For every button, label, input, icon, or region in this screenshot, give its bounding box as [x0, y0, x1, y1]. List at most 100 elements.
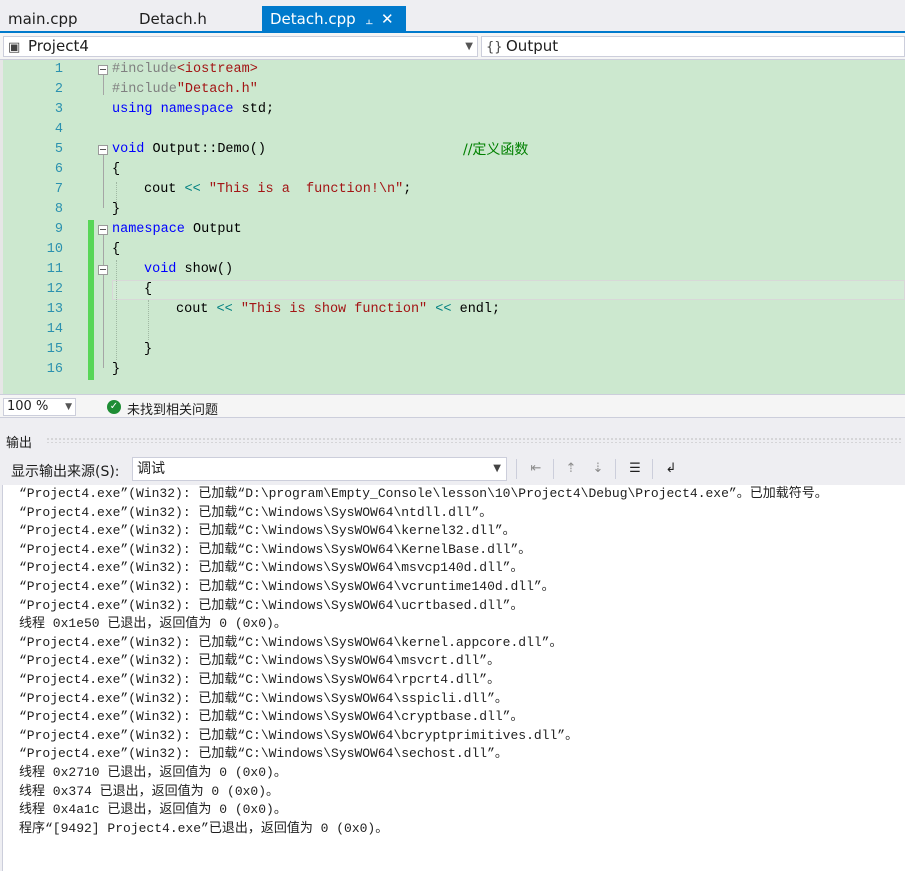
- line-number: 15: [46, 342, 63, 357]
- code-comment: //定义函数: [463, 142, 529, 158]
- output-panel-header: 输出: [0, 427, 905, 453]
- output-line: “Project4.exe”(Win32): 已加载“C:\Windows\Sy…: [19, 709, 524, 725]
- token: "Detach.h": [176, 82, 258, 97]
- chevron-down-icon: ▼: [465, 41, 473, 52]
- tab-main-cpp[interactable]: main.cpp: [0, 6, 86, 33]
- code-text: }: [112, 202, 121, 217]
- token: Output: [193, 222, 242, 237]
- code-line: 4: [0, 120, 905, 140]
- go-to-location-icon[interactable]: ⇤: [526, 460, 546, 478]
- token: "This is show function": [240, 302, 428, 317]
- output-line: “Project4.exe”(Win32): 已加载“C:\Windows\Sy…: [19, 653, 501, 669]
- clear-all-icon[interactable]: ☰: [625, 460, 645, 478]
- token: using: [112, 102, 153, 117]
- code-line: 7 cout << "This is a function!\n";: [0, 180, 905, 200]
- output-text-area[interactable]: “Project4.exe”(Win32): 已加载“D:\program\Em…: [2, 485, 905, 871]
- tab-detach-h[interactable]: Detach.h: [131, 6, 215, 33]
- line-number: 12: [46, 282, 63, 297]
- output-panel-title: 输出: [6, 436, 33, 451]
- output-line: “Project4.exe”(Win32): 已加载“C:\Windows\Sy…: [19, 672, 501, 687]
- code-line: 3 using namespace std;: [0, 100, 905, 120]
- output-line: “Project4.exe”(Win32): 已加载“C:\Windows\Sy…: [19, 541, 532, 557]
- output-line: “Project4.exe”(Win32): 已加载“C:\Windows\Sy…: [19, 690, 508, 706]
- code-line: 14: [0, 320, 905, 340]
- code-text: using namespace std;: [112, 100, 274, 120]
- toolbar-separator: [516, 459, 517, 479]
- line-number: 8: [54, 202, 63, 217]
- output-line: 线程 0x2710 已退出，返回值为 0 (0x0)。: [19, 765, 287, 780]
- output-source-dropdown[interactable]: 调试 ▼: [132, 457, 507, 481]
- line-number: 2: [54, 82, 63, 97]
- code-line: 9 namespace Output: [0, 220, 905, 240]
- code-line: 11 void show(): [0, 260, 905, 280]
- output-line: “Project4.exe”(Win32): 已加载“C:\Windows\Sy…: [19, 727, 579, 743]
- scope-dropdown[interactable]: {} Output: [481, 36, 905, 57]
- line-number: 11: [46, 262, 63, 277]
- tab-label: Detach.h: [139, 10, 207, 28]
- close-icon[interactable]: ✕: [381, 6, 394, 33]
- output-toolbar: 显示输出来源(S): 调试 ▼ ⇤ ⇡ ⇣ ☰ ↲: [0, 453, 905, 485]
- code-text: void show(): [144, 260, 233, 280]
- editor-status-bar: 100 % ▼ ✓ 未找到相关问题: [0, 394, 905, 418]
- line-number: 10: [46, 242, 63, 257]
- line-number: 13: [46, 302, 63, 317]
- fold-toggle[interactable]: [98, 265, 108, 275]
- code-line: 13 cout << "This is show function" << en…: [0, 300, 905, 320]
- line-number: 3: [54, 102, 63, 117]
- code-editor[interactable]: 1 #include<iostream> 2 #include"Detach.h…: [0, 60, 905, 394]
- output-source-value: 调试: [137, 461, 165, 477]
- output-line: “Project4.exe”(Win32): 已加载“C:\Windows\Sy…: [19, 523, 516, 539]
- tab-detach-cpp[interactable]: Detach.cpp ⫠ ✕: [262, 6, 406, 33]
- token: <<: [435, 302, 452, 317]
- code-line: 15 }: [0, 340, 905, 360]
- line-number: 6: [54, 162, 63, 177]
- token: <iostream>: [176, 62, 258, 77]
- chevron-down-icon: ▼: [65, 402, 72, 412]
- token: void: [112, 142, 145, 157]
- code-line: 5 void Output::Demo() //定义函数: [0, 140, 905, 160]
- next-message-icon[interactable]: ⇣: [588, 460, 608, 478]
- code-text: cout << "This is a function!\n";: [144, 180, 411, 200]
- fold-toggle[interactable]: [98, 65, 108, 75]
- token: endl;: [459, 302, 501, 317]
- token: std;: [241, 102, 275, 117]
- issues-status[interactable]: 未找到相关问题: [127, 399, 218, 418]
- output-line: 线程 0x374 已退出，返回值为 0 (0x0)。: [19, 783, 280, 799]
- previous-message-icon[interactable]: ⇡: [561, 460, 581, 478]
- token: namespace: [160, 102, 234, 117]
- project-name: Project4: [28, 37, 89, 55]
- zoom-dropdown[interactable]: 100 % ▼: [3, 398, 76, 416]
- code-line: 16 }: [0, 360, 905, 380]
- project-icon: ▣: [8, 40, 21, 55]
- document-tab-bar: main.cpp Detach.h Detach.cpp ⫠ ✕: [0, 0, 905, 33]
- fold-toggle[interactable]: [98, 145, 108, 155]
- line-number: 1: [54, 62, 63, 77]
- word-wrap-icon[interactable]: ↲: [661, 460, 681, 478]
- project-dropdown[interactable]: ▣ Project4 ▼: [3, 36, 478, 57]
- token: <<: [184, 182, 201, 197]
- token: cout: [144, 182, 177, 197]
- output-line: 线程 0x4a1c 已退出，返回值为 0 (0x0)。: [19, 802, 287, 818]
- fold-toggle[interactable]: [98, 225, 108, 235]
- code-line: 12 {: [0, 280, 905, 300]
- output-line: “Project4.exe”(Win32): 已加载“C:\Windows\Sy…: [19, 597, 524, 613]
- navigation-bar: ▣ Project4 ▼ {} Output: [0, 33, 905, 60]
- output-line: “Project4.exe”(Win32): 已加载“C:\Windows\Sy…: [19, 504, 493, 520]
- token: show(): [184, 262, 234, 277]
- output-line: “Project4.exe”(Win32): 已加载“C:\Windows\Sy…: [19, 746, 508, 762]
- output-line: “Project4.exe”(Win32): 已加载“C:\Windows\Sy…: [19, 634, 563, 650]
- pin-icon[interactable]: ⫠: [366, 7, 373, 34]
- code-line: 8 }: [0, 200, 905, 220]
- output-line: 线程 0x1e50 已退出，返回值为 0 (0x0)。: [19, 616, 287, 632]
- output-line: “Project4.exe”(Win32): 已加载“C:\Windows\Sy…: [19, 560, 524, 576]
- code-text: cout << "This is show function" << endl;: [176, 300, 500, 320]
- code-text: {: [112, 162, 121, 177]
- code-line: 10 {: [0, 240, 905, 260]
- token: Output::Demo(): [152, 142, 266, 157]
- panel-drag-grip[interactable]: [46, 437, 901, 443]
- line-number: 16: [46, 362, 63, 377]
- toolbar-separator: [615, 459, 616, 479]
- token: ;: [403, 182, 412, 197]
- token: #include: [112, 62, 177, 77]
- output-source-label: 显示输出来源(S):: [11, 464, 120, 480]
